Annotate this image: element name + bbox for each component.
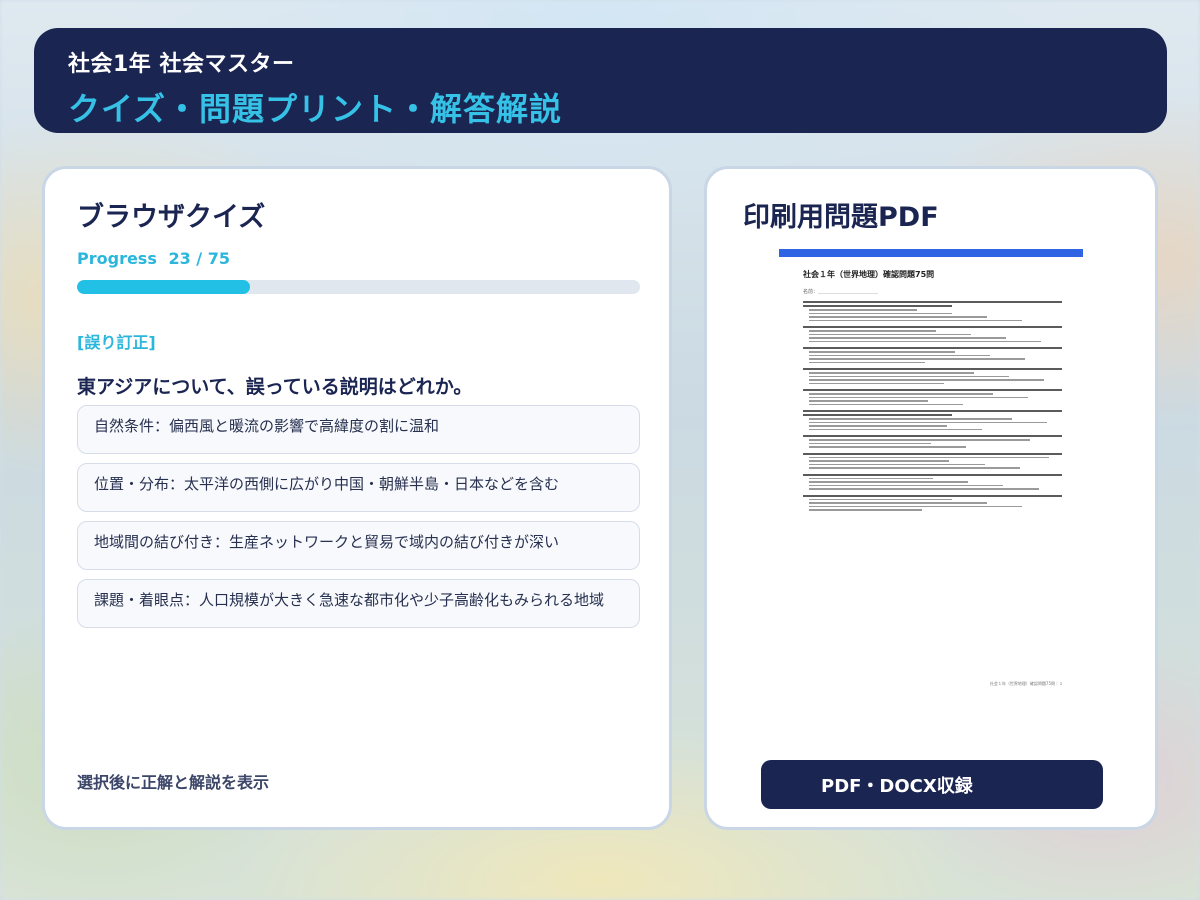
pdf-question-line <box>803 326 1063 328</box>
pdf-footer: 社会１年（世界地理）確認問題75問｜１ <box>989 681 1063 686</box>
pdf-question-block <box>803 494 1073 511</box>
pdf-answer-line <box>809 481 969 483</box>
pdf-question-line <box>803 410 1063 412</box>
question-type-tag: [誤り訂正] <box>77 333 156 352</box>
pdf-answer-line <box>809 333 971 335</box>
pdf-question-block <box>803 368 1073 384</box>
question-text: 東アジアについて、誤っている説明はどれか。 <box>77 376 473 398</box>
pdf-answer-line <box>809 460 950 462</box>
pdf-answer-line <box>809 498 953 500</box>
pdf-answer-line <box>809 330 936 332</box>
pdf-question-line <box>803 414 952 416</box>
pdf-answer-line <box>809 372 974 374</box>
pdf-docx-button[interactable]: PDF・DOCX収録 <box>761 760 1103 809</box>
page-header: 社会1年 社会マスター クイズ・問題プリント・解答解説 <box>34 28 1167 133</box>
progress-label: Progress 23 / 75 <box>77 249 236 268</box>
pdf-question-line <box>803 435 1063 437</box>
pdf-answer-line <box>809 379 1044 381</box>
pdf-answer-line <box>809 403 963 405</box>
pdf-question-list <box>803 301 1073 511</box>
pdf-answer-line <box>809 418 1012 420</box>
quiz-title: ブラウザクイズ <box>77 202 266 233</box>
pdf-answer-line <box>809 396 1028 398</box>
pdf-answer-line <box>809 382 944 384</box>
progress-label-text: Progress <box>77 249 157 268</box>
pdf-question-block <box>803 473 1073 490</box>
pdf-answer-line <box>809 351 955 353</box>
pdf-question-block <box>803 435 1073 448</box>
pdf-question-line <box>803 389 1063 391</box>
pdf-answer-line <box>809 400 928 402</box>
answer-option-2[interactable]: 位置・分布：太平洋の西側に広がり中国・朝鮮半島・日本などを含む <box>77 463 640 512</box>
answer-option-4[interactable]: 課題・着眼点：人口規模が大きく急速な都市化や少子高齢化もみられる地域 <box>77 579 640 628</box>
pdf-answer-line <box>809 354 990 356</box>
answer-option-1[interactable]: 自然条件：偏西風と暖流の影響で高緯度の割に温和 <box>77 405 640 454</box>
pdf-answer-line <box>809 442 931 444</box>
print-pdf-card: 印刷用問題PDF 社会１年（世界地理）確認問題75問 名前：＿＿＿＿＿＿＿＿＿＿… <box>704 166 1158 830</box>
pdf-answer-line <box>809 309 917 311</box>
pdf-doc-title: 社会１年（世界地理）確認問題75問 <box>803 270 935 279</box>
pdf-answer-line <box>809 477 934 479</box>
pdf-answer-line <box>809 505 1023 507</box>
pdf-answer-line <box>809 340 1042 342</box>
pdf-answer-line <box>809 456 1050 458</box>
pdf-header-bar <box>779 249 1083 257</box>
pdf-question-line <box>803 347 1063 349</box>
pdf-answer-line <box>809 467 1020 469</box>
pdf-question-block <box>803 410 1073 430</box>
pdf-answer-line <box>809 358 1025 360</box>
pdf-answer-line <box>809 439 1031 441</box>
pdf-question-line <box>803 305 952 307</box>
pdf-question-line <box>803 301 1063 303</box>
pdf-answer-line <box>809 509 923 511</box>
progress-count: 23 / 75 <box>168 249 230 268</box>
pdf-question-line <box>803 368 1063 370</box>
pdf-answer-line <box>809 361 926 363</box>
pdf-answer-line <box>809 312 953 314</box>
pdf-preview: 社会１年（世界地理）確認問題75問 名前：＿＿＿＿＿＿＿＿＿＿＿＿ 社会１年（世… <box>779 249 1083 699</box>
pdf-question-block <box>803 326 1073 342</box>
pdf-answer-line <box>809 319 1023 321</box>
pdf-name-line: 名前：＿＿＿＿＿＿＿＿＿＿＿＿ <box>803 289 879 295</box>
quiz-footnote: 選択後に正解と解説を表示 <box>77 773 270 792</box>
header-title: クイズ・問題プリント・解答解説 <box>68 90 563 128</box>
pdf-answer-line <box>809 488 1039 490</box>
pdf-answer-line <box>809 425 947 427</box>
pdf-answer-line <box>809 428 982 430</box>
pdf-answer-line <box>809 446 966 448</box>
pdf-question-block <box>803 452 1073 469</box>
pdf-answer-line <box>809 337 1007 339</box>
pdf-question-line <box>803 452 1063 455</box>
header-subtitle: 社会1年 社会マスター <box>68 52 295 77</box>
answer-option-3[interactable]: 地域間の結び付き：生産ネットワークと貿易で域内の結び付きが深い <box>77 521 640 570</box>
progress-bar <box>77 280 640 294</box>
pdf-question-line <box>803 494 1063 497</box>
pdf-question-block <box>803 347 1073 363</box>
pdf-question-line <box>803 473 1063 476</box>
pdf-answer-line <box>809 316 988 318</box>
pdf-answer-line <box>809 421 1047 423</box>
pdf-answer-line <box>809 502 988 504</box>
browser-quiz-card: ブラウザクイズ Progress 23 / 75 [誤り訂正] 東アジアについて… <box>42 166 672 830</box>
pdf-question-block <box>803 389 1073 405</box>
pdf-answer-line <box>809 393 993 395</box>
print-title: 印刷用問題PDF <box>743 202 939 233</box>
pdf-answer-line <box>809 484 1004 486</box>
progress-bar-fill <box>77 280 250 294</box>
pdf-answer-line <box>809 375 1009 377</box>
answer-options: 自然条件：偏西風と暖流の影響で高緯度の割に温和 位置・分布：太平洋の西側に広がり… <box>77 405 640 637</box>
pdf-question-block <box>803 301 1073 321</box>
pdf-answer-line <box>809 463 985 465</box>
